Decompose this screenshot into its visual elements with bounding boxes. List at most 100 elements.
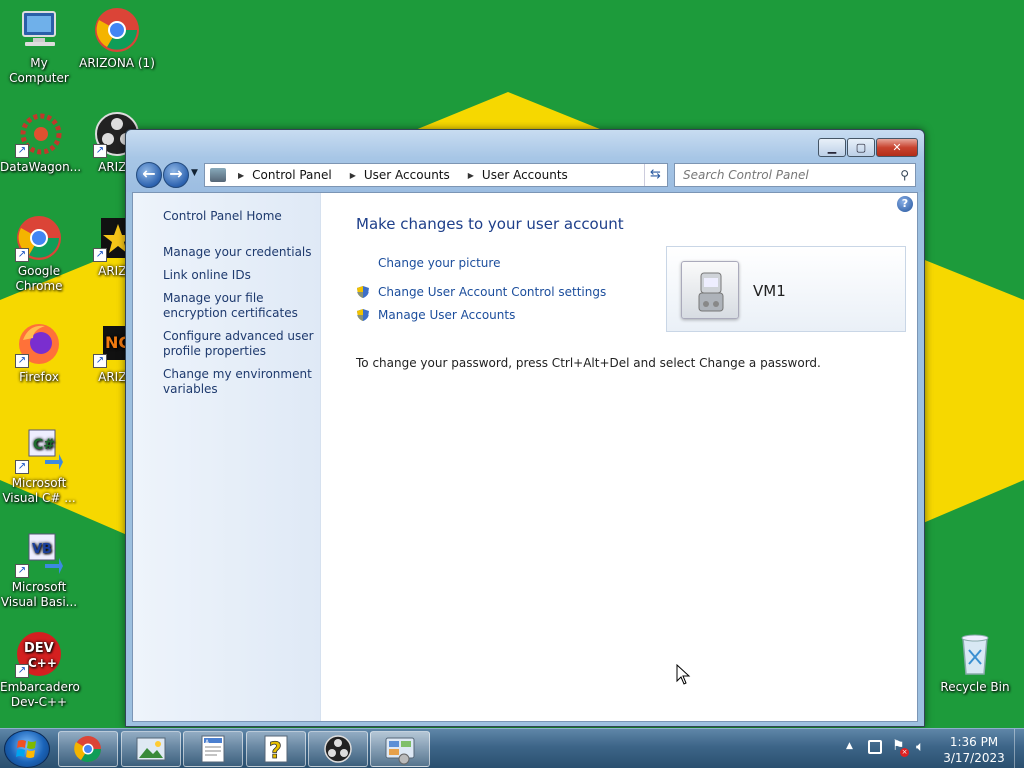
control-panel-window: ▁ ▢ ✕ ← → ▼ ▶ Control Panel ▶ User Accou… [125, 129, 925, 727]
system-tray: ▲ ⚑ × 🔈︎ 1:36 PM 3/17/2023 [840, 729, 1024, 768]
desktop-icon-firefox[interactable]: ↗ Firefox [0, 320, 78, 385]
file-encryption-certificates-link[interactable]: Manage your file encryption certificates [163, 291, 318, 321]
desktop-icon-label: Google Chrome [15, 264, 63, 293]
chrome-icon [93, 6, 141, 54]
breadcrumb-arrow-icon: ▶ [238, 170, 245, 180]
desktop-icon-label: Recycle Bin [940, 680, 1010, 694]
shortcut-arrow-icon: ↗ [93, 144, 107, 158]
computer-icon [15, 6, 63, 54]
back-arrow-icon: ← [142, 164, 156, 183]
firefox-icon: ↗ [15, 320, 63, 368]
breadcrumb-user-accounts-current[interactable]: User Accounts [482, 168, 568, 182]
chrome-icon [74, 736, 102, 763]
close-button[interactable]: ✕ [876, 138, 918, 157]
user-account-card: VM1 [666, 246, 906, 332]
help-document-icon: ? [264, 735, 288, 764]
desktop-icon-arizona-chrome[interactable]: ARIZONA (1) [78, 6, 156, 71]
shortcut-arrow-icon: ↗ [15, 564, 29, 578]
svg-text:VB: VB [32, 542, 52, 557]
picture-icon [136, 737, 166, 761]
shortcut-arrow-icon: ↗ [93, 354, 107, 368]
taskbar-wordpad[interactable]: A [183, 731, 243, 767]
recycle-bin-icon [951, 630, 999, 678]
taskbar: A ? ▲ ⚑ × 🔈︎ 1:36 PM 3/17/2023 [0, 728, 1024, 768]
show-hidden-icons-button[interactable]: ▲ [846, 741, 853, 751]
desktop-icon-my-computer[interactable]: My Computer [0, 6, 78, 86]
control-panel-home-link[interactable]: Control Panel Home [163, 209, 318, 224]
user-name: VM1 [753, 282, 786, 300]
network-icon[interactable] [868, 740, 882, 754]
taskbar-help[interactable]: ? [246, 731, 306, 767]
content-area: Control Panel Home Manage your credentia… [132, 192, 918, 722]
taskbar-obs[interactable] [308, 731, 368, 767]
svg-text:?: ? [269, 739, 282, 764]
breadcrumb-control-panel[interactable]: Control Panel [252, 168, 332, 182]
change-picture-link[interactable]: Change your picture [378, 256, 500, 270]
task-pane: Control Panel Home Manage your credentia… [133, 193, 321, 721]
recent-pages-dropdown[interactable]: ▼ [191, 168, 198, 178]
desktop-icon-google-chrome[interactable]: ↗ Google Chrome [0, 214, 78, 294]
desktop-icon-visual-basic[interactable]: VB ↗ Microsoft Visual Basi... [0, 530, 78, 610]
uac-settings-link[interactable]: Change User Account Control settings [378, 285, 606, 299]
help-icon[interactable]: ? [897, 196, 913, 212]
shortcut-arrow-icon: ↗ [93, 248, 107, 262]
shortcut-arrow-icon: ↗ [15, 460, 29, 474]
taskbar-photo-viewer[interactable] [121, 731, 181, 767]
svg-text:C#: C# [33, 437, 55, 453]
desktop-icon-visual-csharp[interactable]: C# ↗ Microsoft Visual C# ... [0, 426, 78, 506]
breadcrumb-arrow-icon: ▶ [349, 170, 356, 180]
search-icon[interactable]: ⚲ [900, 164, 909, 186]
clock-time: 1:36 PM [949, 735, 999, 749]
uac-shield-icon [357, 309, 369, 321]
volume-icon[interactable]: 🔈︎ [916, 739, 924, 755]
breadcrumb-arrow-icon: ▶ [467, 170, 474, 180]
desktop-icon-label: Embarcadero Dev-C++ [0, 680, 80, 709]
shortcut-arrow-icon: ↗ [15, 664, 29, 678]
taskbar-control-panel[interactable] [370, 731, 430, 767]
desktop-icon-datawagon[interactable]: ↗ DataWagon... [0, 110, 82, 175]
control-panel-icon [385, 737, 415, 765]
control-panel-icon [210, 168, 226, 182]
wordpad-icon: A [201, 735, 225, 763]
dev-cpp-icon: DEV C++ ↗ [15, 630, 63, 678]
start-button[interactable] [4, 730, 50, 768]
visual-csharp-icon: C# ↗ [15, 426, 63, 474]
desktop-icon-dev-cpp[interactable]: DEV C++ ↗ Embarcadero Dev-C++ [0, 630, 80, 710]
minimize-button[interactable]: ▁ [818, 138, 846, 157]
forward-button[interactable]: → [163, 162, 189, 188]
robot-avatar-icon [698, 272, 724, 312]
desktop-icon-label: My Computer [9, 56, 69, 85]
desktop-icon-label: DataWagon... [0, 160, 82, 174]
desktop-icon-label: Firefox [19, 370, 59, 384]
mouse-cursor-icon [676, 664, 691, 685]
manage-credentials-link[interactable]: Manage your credentials [163, 245, 318, 260]
user-avatar[interactable] [681, 261, 739, 319]
desktop-icon-label: ARIZONA (1) [79, 56, 155, 70]
action-center-error-icon: × [900, 748, 909, 757]
maximize-button[interactable]: ▢ [847, 138, 875, 157]
taskbar-chrome[interactable] [58, 731, 118, 767]
show-desktop-button[interactable] [1014, 729, 1024, 768]
back-button[interactable]: ← [136, 162, 162, 188]
uac-shield-icon [357, 286, 369, 298]
password-instructions: To change your password, press Ctrl+Alt+… [356, 356, 821, 370]
refresh-button[interactable]: ⇆ [644, 164, 666, 186]
svg-text:C++: C++ [28, 656, 57, 670]
link-online-ids-link[interactable]: Link online IDs [163, 268, 318, 283]
address-bar[interactable]: ▶ Control Panel ▶ User Accounts ▶ User A… [204, 163, 668, 187]
manage-user-accounts-link[interactable]: Manage User Accounts [378, 308, 515, 322]
refresh-icon: ⇆ [650, 167, 661, 182]
shortcut-arrow-icon: ↗ [15, 248, 29, 262]
advanced-profile-properties-link[interactable]: Configure advanced user profile properti… [163, 329, 318, 359]
breadcrumb-user-accounts[interactable]: User Accounts [364, 168, 450, 182]
desktop-icon-label: Microsoft Visual Basi... [0, 580, 78, 609]
search-input[interactable]: Search Control Panel ⚲ [674, 163, 916, 187]
page-title: Make changes to your user account [356, 215, 624, 233]
desktop-icon-recycle-bin[interactable]: Recycle Bin [936, 630, 1014, 695]
clock-date: 3/17/2023 [943, 751, 1005, 765]
svg-text:DEV: DEV [24, 641, 54, 656]
main-pane: ? Make changes to your user account Chan… [321, 193, 917, 721]
windows-logo-icon [16, 740, 36, 758]
clock[interactable]: 1:36 PM 3/17/2023 [936, 734, 1012, 766]
environment-variables-link[interactable]: Change my environment variables [163, 367, 318, 397]
